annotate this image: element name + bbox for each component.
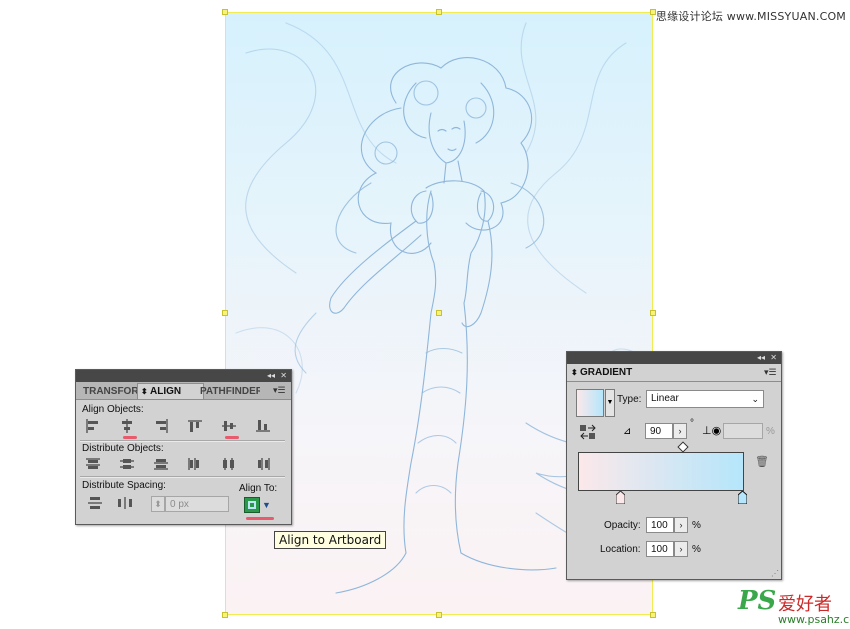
vertical-distribute-center-icon[interactable] [116,455,138,473]
collapse-icon[interactable]: ◂◂ [757,353,765,363]
artboard-handle[interactable] [222,310,228,316]
degree-symbol: ° [690,418,694,429]
tab-gradient[interactable]: ⬍ GRADIENT [568,365,650,380]
close-icon[interactable]: ✕ [770,353,777,363]
artboard-handle[interactable] [650,310,656,316]
highlight-mark [225,436,239,439]
opacity-dropdown-icon[interactable]: › [674,517,688,533]
panel-menu-icon[interactable]: ▾☰ [764,367,777,378]
horizontal-align-center-icon[interactable] [116,417,138,435]
midpoint-diamond[interactable] [677,441,689,453]
gradient-stop-end[interactable] [737,490,748,509]
align-to-label: Align To: [239,483,278,494]
gradient-swatch[interactable] [576,389,604,417]
gradient-slider-bar[interactable] [578,452,744,491]
distribute-spacing-row [84,494,136,512]
horizontal-distribute-right-icon[interactable] [252,455,274,473]
align-to-artboard-icon[interactable] [244,497,260,513]
vertical-align-bottom-icon[interactable] [252,417,274,435]
opacity-unit: % [692,520,701,531]
spacing-input[interactable]: 0 px [165,496,229,512]
location-label: Location: [600,544,641,555]
artboard-handle[interactable] [650,612,656,618]
horizontal-distribute-space-icon[interactable] [114,494,136,512]
watermark-logo: PS 爱好者 www.psahz.com [738,586,850,628]
type-select-value: Linear [651,393,679,404]
close-icon[interactable]: ✕ [280,371,287,381]
horizontal-align-left-icon[interactable] [82,417,104,435]
horizontal-align-right-icon[interactable] [150,417,172,435]
vertical-distribute-space-icon[interactable] [84,494,106,512]
vertical-distribute-top-icon[interactable] [82,455,104,473]
gradient-stop-start[interactable] [615,490,626,509]
panel-menu-icon[interactable]: ▾☰ [273,385,286,396]
aspect-ratio-input[interactable] [723,423,763,439]
angle-dropdown-icon[interactable]: › [673,423,687,439]
vertical-distribute-bottom-icon[interactable] [150,455,172,473]
distribute-objects-label: Distribute Objects: [82,443,164,454]
vertical-align-center-icon[interactable] [218,417,240,435]
highlight-mark [123,436,137,439]
align-panel: ◂◂ ✕ TRANSFORM ⬍ ALIGN PATHFINDER ▾☰ Ali… [75,369,292,525]
opacity-label: Opacity: [604,520,641,531]
distribute-spacing-label: Distribute Spacing: [82,480,166,491]
swatch-dropdown-icon[interactable]: ▼ [605,389,615,417]
align-objects-label: Align Objects: [82,404,144,415]
highlight-mark [246,517,274,520]
watermark-url: www.psahz.com [778,613,850,626]
align-panel-titlebar[interactable]: ◂◂ ✕ [76,370,291,382]
resize-grip-icon[interactable]: ⋰ [771,569,779,578]
artboard-handle[interactable] [436,9,442,15]
trash-icon[interactable]: 🗑 [755,455,769,468]
horizontal-distribute-center-icon[interactable] [218,455,240,473]
tab-transform[interactable]: TRANSFORM [79,384,143,399]
gradient-panel-tabs: ⬍ GRADIENT ▾☰ [567,364,781,382]
vertical-align-top-icon[interactable] [184,417,206,435]
tab-align[interactable]: ⬍ ALIGN [137,383,204,399]
tab-gradient-label: GRADIENT [580,367,633,378]
location-input[interactable]: 100 [646,541,674,557]
watermark-top: 思缘设计论坛 www.MISSYUAN.COM [655,10,846,23]
divider [80,476,285,478]
divider [80,440,285,442]
horizontal-distribute-left-icon[interactable] [184,455,206,473]
type-select[interactable]: Linear ⌄ [646,390,764,408]
align-to-dropdown[interactable]: ▼ [244,496,276,514]
gradient-panel-titlebar[interactable]: ◂◂ ✕ [567,352,781,364]
artboard-handle[interactable] [222,9,228,15]
distribute-objects-row [82,455,274,473]
align-objects-row [82,417,274,435]
artboard-handle[interactable] [436,310,442,316]
watermark-ps: PS [738,586,777,616]
align-panel-tabs: TRANSFORM ⬍ ALIGN PATHFINDER ▾☰ [76,382,291,400]
aspect-unit: % [766,426,775,437]
tab-arrows-icon: ⬍ [571,368,578,377]
location-unit: % [692,544,701,555]
chevron-down-icon[interactable]: ▼ [262,500,271,510]
chevron-down-icon: ⌄ [751,394,759,404]
tab-arrows-icon: ⬍ [141,387,148,396]
opacity-input[interactable]: 100 [646,517,674,533]
reverse-gradient-icon[interactable] [579,424,597,445]
spacing-stepper-icon[interactable]: ⬍ [151,496,165,512]
tab-pathfinder[interactable]: PATHFINDER [196,384,260,399]
location-dropdown-icon[interactable]: › [674,541,688,557]
angle-input[interactable]: 90 [645,423,673,439]
tooltip: Align to Artboard [274,531,387,549]
gradient-panel: ◂◂ ✕ ⬍ GRADIENT ▾☰ ▼ Type: Linear ⌄ ⊿ 90… [566,351,782,580]
tab-align-label: ALIGN [150,386,182,397]
artboard-handle[interactable] [222,612,228,618]
collapse-icon[interactable]: ◂◂ [267,371,275,381]
aspect-ratio-icon: ⊥◉ [702,425,722,437]
type-label: Type: [617,394,642,405]
angle-icon: ⊿ [623,426,632,437]
artboard-handle[interactable] [436,612,442,618]
